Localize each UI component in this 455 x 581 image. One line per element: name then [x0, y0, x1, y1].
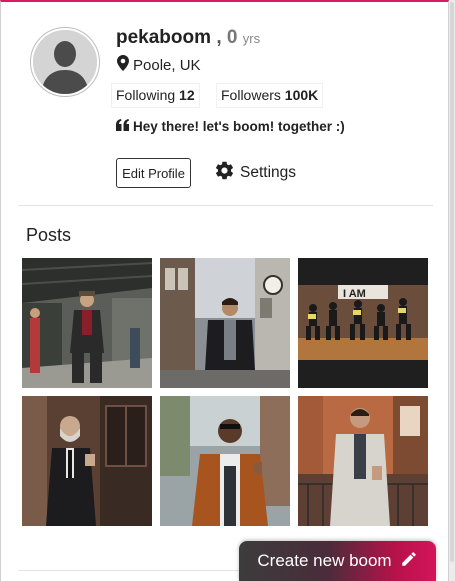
divider [18, 205, 433, 206]
avatar-placeholder-icon [33, 30, 97, 94]
followers-label: Followers [221, 87, 281, 103]
edit-profile-button[interactable]: Edit Profile [116, 158, 191, 188]
svg-text:I AM: I AM [343, 288, 366, 300]
scrollbar-thumb[interactable] [450, 2, 454, 562]
gear-icon [214, 160, 235, 186]
age-value: 0 [226, 27, 238, 48]
settings-label: Settings [240, 164, 297, 181]
post-thumbnail[interactable] [22, 258, 152, 388]
create-new-boom-button[interactable]: Create new boom [239, 541, 436, 581]
post-thumbnail[interactable] [22, 396, 152, 526]
name-separator: , [216, 27, 222, 48]
following-label: Following [116, 87, 176, 103]
username: pekaboom [116, 27, 212, 48]
settings-button[interactable]: Settings [214, 160, 296, 186]
avatar[interactable] [30, 27, 100, 97]
profile-page: pekaboom , 0 yrs Poole, UK Following 12 … [0, 0, 449, 581]
bio-text: Hey there! let's boom! together :) [133, 119, 345, 134]
post-thumbnail[interactable] [298, 396, 428, 526]
following-stat[interactable]: Following 12 [111, 83, 200, 108]
map-marker-icon [117, 55, 129, 75]
posts-grid: I AM [22, 258, 428, 526]
followers-count: 100K [284, 87, 319, 103]
profile-header: pekaboom , 0 yrs [116, 27, 260, 49]
location: Poole, UK [117, 55, 201, 75]
following-count: 12 [179, 87, 195, 103]
post-thumbnail[interactable] [160, 258, 290, 388]
post-thumbnail[interactable]: I AM [298, 258, 428, 388]
pencil-icon [400, 550, 418, 573]
location-text: Poole, UK [133, 56, 201, 74]
quote-icon [116, 119, 129, 134]
post-thumbnail[interactable] [160, 396, 290, 526]
followers-stat[interactable]: Followers 100K [216, 83, 324, 108]
bio: Hey there! let's boom! together :) [116, 119, 345, 134]
posts-title: Posts [26, 225, 72, 245]
age-unit: yrs [242, 31, 261, 46]
fab-label: Create new boom [257, 551, 392, 570]
